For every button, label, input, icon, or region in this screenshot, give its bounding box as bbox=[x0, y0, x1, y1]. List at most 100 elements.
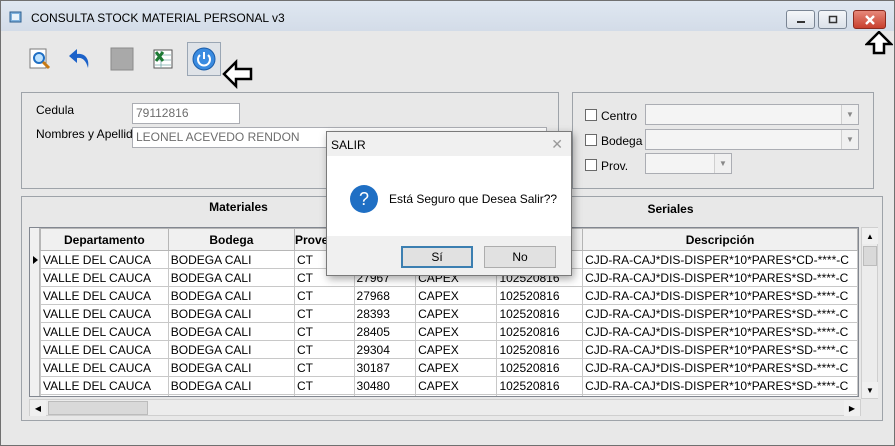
centro-checkbox[interactable] bbox=[585, 109, 597, 121]
table-cell[interactable]: 102520816 bbox=[496, 286, 584, 305]
table-cell[interactable]: 102520816 bbox=[496, 340, 584, 359]
table-cell[interactable]: 28405 bbox=[353, 322, 417, 341]
magnifier-icon bbox=[29, 48, 51, 70]
tab-seriales[interactable]: Seriales bbox=[613, 202, 728, 216]
table-cell[interactable]: VALLE DEL CAUCA bbox=[40, 250, 169, 269]
table-cell[interactable]: CJD-RA-CAJ*DIS-DISPER*10*PARES*SD-****-C bbox=[582, 268, 858, 287]
table-cell[interactable]: VALLE DEL CAUCA bbox=[40, 340, 169, 359]
table-cell[interactable]: BODEGA CALI bbox=[167, 340, 296, 359]
table-cell[interactable]: 102520816 bbox=[496, 394, 584, 396]
table-cell[interactable]: 30480 bbox=[353, 376, 417, 395]
table-cell[interactable]: CJD-RA-CAJ*DIS-DISPER*10*PARES*SD-****-C bbox=[582, 340, 858, 359]
table-cell[interactable]: CJD-RA-CAJ*DIS-DISPER*10*PARES*SD-****-C bbox=[582, 376, 858, 395]
table-cell[interactable]: 102520816 bbox=[496, 376, 584, 395]
table-cell[interactable]: 28393 bbox=[353, 304, 417, 323]
scroll-up-icon[interactable]: ▲ bbox=[862, 228, 878, 244]
table-cell[interactable]: CT bbox=[294, 394, 355, 396]
table-cell[interactable]: CJD-RA-CAJ*DIS-DISPER*10*PARES*SD-****-C bbox=[582, 304, 858, 323]
excel-icon bbox=[153, 49, 173, 69]
table-cell[interactable]: CT bbox=[294, 358, 355, 377]
table-cell[interactable]: VALLE DEL CAUCA bbox=[40, 394, 169, 396]
table-cell[interactable]: 30841 bbox=[353, 394, 417, 396]
table-cell[interactable]: BODEGA CALI bbox=[167, 304, 296, 323]
dialog-close-icon[interactable]: ✕ bbox=[551, 136, 563, 153]
title-bar[interactable]: CONSULTA STOCK MATERIAL PERSONAL v3 bbox=[1, 1, 894, 31]
table-cell[interactable]: VALLE DEL CAUCA bbox=[40, 322, 169, 341]
table-cell[interactable]: BODEGA CALI bbox=[167, 268, 296, 287]
export-excel-button[interactable] bbox=[146, 42, 180, 76]
table-cell[interactable]: VALLE DEL CAUCA bbox=[40, 304, 169, 323]
table-cell[interactable]: 27968 bbox=[353, 286, 417, 305]
table-cell[interactable]: VALLE DEL CAUCA bbox=[40, 358, 169, 377]
cedula-field[interactable]: 79112816 bbox=[132, 103, 240, 124]
prov-select[interactable]: ▼ bbox=[645, 153, 732, 174]
table-cell[interactable]: CJD-RA-CAJ*DIS-DISPER*10*PARES*SD-****-C bbox=[582, 394, 858, 396]
table-cell[interactable]: CAPEX bbox=[415, 340, 498, 359]
table-row[interactable]: VALLE DEL CAUCABODEGA CALICT30841CAPEX10… bbox=[40, 394, 858, 396]
scroll-thumb[interactable] bbox=[48, 401, 148, 415]
table-cell[interactable]: CAPEX bbox=[415, 358, 498, 377]
undo-button[interactable] bbox=[64, 42, 98, 76]
table-cell[interactable]: CJD-RA-CAJ*DIS-DISPER*10*PARES*SD-****-C bbox=[582, 322, 858, 341]
table-cell[interactable]: CT bbox=[294, 304, 355, 323]
table-row[interactable]: VALLE DEL CAUCA BODEGA CALI CT 30480 CAPEX 10… bbox=[40, 376, 858, 395]
table-cell[interactable]: VALLE DEL CAUCA bbox=[40, 376, 169, 395]
bodega-select[interactable]: ▼ bbox=[645, 129, 859, 150]
table-row[interactable]: VALLE DEL CAUCA BODEGA CALI CT 29304 CAPEX 10… bbox=[40, 340, 858, 359]
table-cell[interactable]: CT bbox=[294, 376, 355, 395]
table-cell[interactable]: CT bbox=[294, 340, 355, 359]
minimize-button[interactable] bbox=[786, 10, 815, 29]
table-cell[interactable]: CAPEX bbox=[415, 304, 498, 323]
bodega-checkbox[interactable] bbox=[585, 134, 597, 146]
no-button[interactable]: No bbox=[484, 246, 556, 268]
table-cell[interactable]: CJD-RA-CAJ*DIS-DISPER*10*PARES*SD-****-C bbox=[582, 358, 858, 377]
table-cell[interactable]: CT bbox=[294, 322, 355, 341]
close-button[interactable] bbox=[853, 10, 886, 29]
table-cell[interactable]: CAPEX bbox=[415, 394, 498, 396]
centro-select[interactable]: ▼ bbox=[645, 104, 859, 125]
column-header[interactable]: Departamento bbox=[40, 228, 169, 251]
disabled-tool-button[interactable] bbox=[105, 42, 139, 76]
table-cell[interactable]: BODEGA CALI bbox=[167, 358, 296, 377]
table-cell[interactable]: 29304 bbox=[353, 340, 417, 359]
scroll-thumb[interactable] bbox=[863, 246, 877, 266]
table-cell[interactable]: BODEGA CALI bbox=[167, 376, 296, 395]
table-cell[interactable]: 102520816 bbox=[496, 358, 584, 377]
search-button[interactable] bbox=[23, 42, 57, 76]
table-cell[interactable]: VALLE DEL CAUCA bbox=[40, 268, 169, 287]
table-cell[interactable]: BODEGA CALI bbox=[167, 286, 296, 305]
tab-materiales[interactable]: Materiales bbox=[181, 200, 296, 214]
table-cell[interactable]: BODEGA CALI bbox=[167, 250, 296, 269]
column-header[interactable]: Bodega bbox=[167, 228, 296, 251]
table-cell[interactable]: CAPEX bbox=[415, 322, 498, 341]
table-row[interactable]: VALLE DEL CAUCA BODEGA CALI CT 28405 CAPEX 10… bbox=[40, 322, 858, 341]
prov-checkbox[interactable] bbox=[585, 159, 597, 171]
yes-button[interactable]: Sí bbox=[401, 246, 473, 268]
table-row[interactable]: VALLE DEL CAUCA BODEGA CALI CT 27968 CAPEX 10… bbox=[40, 286, 858, 305]
horizontal-scrollbar[interactable]: ◀ ▶ bbox=[29, 399, 861, 416]
table-cell[interactable]: BODEGA CALI bbox=[167, 322, 296, 341]
table-cell[interactable]: 30187 bbox=[353, 358, 417, 377]
exit-confirm-dialog: SALIR ✕ ? Está Seguro que Desea Salir?? … bbox=[326, 131, 572, 276]
column-header[interactable]: Descripción bbox=[582, 228, 858, 251]
table-cell[interactable]: CJD-RA-CAJ*DIS-DISPER*10*PARES*SD-****-C bbox=[582, 286, 858, 305]
table-cell[interactable]: 102520816 bbox=[496, 304, 584, 323]
table-cell[interactable]: VALLE DEL CAUCA bbox=[40, 286, 169, 305]
dialog-message: Está Seguro que Desea Salir?? bbox=[389, 192, 558, 206]
table-cell[interactable]: 102520816 bbox=[496, 322, 584, 341]
scroll-left-icon[interactable]: ◀ bbox=[30, 400, 46, 416]
scroll-right-icon[interactable]: ▶ bbox=[844, 400, 860, 416]
table-cell[interactable]: CT bbox=[294, 286, 355, 305]
table-cell[interactable]: CAPEX bbox=[415, 376, 498, 395]
maximize-button[interactable] bbox=[818, 10, 847, 29]
window-title: CONSULTA STOCK MATERIAL PERSONAL v3 bbox=[31, 11, 285, 25]
table-row[interactable]: VALLE DEL CAUCA BODEGA CALI CT 30187 CAPEX 10… bbox=[40, 358, 858, 377]
vertical-scrollbar[interactable]: ▲ ▼ bbox=[861, 227, 878, 399]
scroll-down-icon[interactable]: ▼ bbox=[862, 382, 878, 398]
table-cell[interactable]: CJD-RA-CAJ*DIS-DISPER*10*PARES*CD-****-C bbox=[582, 250, 858, 269]
dialog-title: SALIR bbox=[331, 138, 366, 152]
table-row[interactable]: VALLE DEL CAUCA BODEGA CALI CT 28393 CAPEX 10… bbox=[40, 304, 858, 323]
exit-button[interactable] bbox=[187, 42, 221, 76]
table-cell[interactable]: BODEGA CALI bbox=[167, 394, 296, 396]
table-cell[interactable]: CAPEX bbox=[415, 286, 498, 305]
